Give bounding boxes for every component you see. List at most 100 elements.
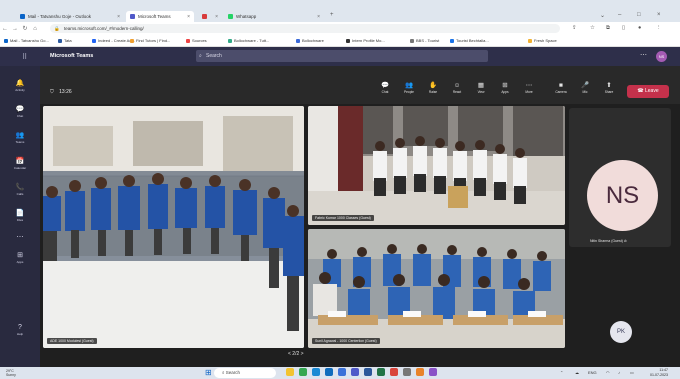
rail-item-more[interactable]: ⋯	[0, 234, 40, 242]
app-icon	[202, 14, 207, 19]
bookmark-item[interactable]: Intern Profile Mo...	[346, 37, 385, 45]
toolbar-raise-button[interactable]: ✋ Raise	[424, 82, 442, 95]
back-icon[interactable]: ←	[0, 26, 10, 32]
avatar[interactable]: PK	[610, 321, 632, 343]
participant-name-label: ADE 1000 Modulesi (Guest)	[47, 338, 97, 344]
profile-icon[interactable]: ●	[638, 25, 641, 31]
toolbar-mic-button[interactable]: 🎤 Mic	[576, 82, 594, 95]
app-icon[interactable]	[416, 368, 424, 376]
volume-icon[interactable]: ♪	[618, 370, 620, 375]
word-icon[interactable]	[364, 368, 372, 376]
photos-icon[interactable]	[390, 368, 398, 376]
gallery-pagination[interactable]: < 2/2 >	[288, 351, 304, 357]
cloud-icon[interactable]: ☁	[575, 370, 579, 375]
search-input[interactable]: ⌕ Search	[196, 50, 488, 62]
bookmark-item[interactable]: Indeed - Create Ac...	[92, 37, 135, 45]
file-explorer-icon[interactable]	[286, 368, 294, 376]
taskbar-search-input[interactable]: ⌕ Search	[214, 368, 276, 378]
tray-chevron-icon[interactable]: ⌃	[560, 370, 563, 375]
leave-button[interactable]: ☎ Leave	[627, 85, 669, 98]
extensions-icon[interactable]: ⧉	[606, 25, 610, 32]
desks-video-frame	[308, 229, 565, 348]
search-placeholder: Search	[206, 53, 222, 59]
browser-tab-teams[interactable]: Microsoft Teams ×	[126, 11, 194, 22]
app-icon[interactable]	[429, 368, 437, 376]
edge-icon[interactable]	[312, 368, 320, 376]
rail-item-calls[interactable]: 📞 Calls	[0, 184, 40, 196]
excel-icon[interactable]	[377, 368, 385, 376]
toolbar-share-button[interactable]: ⬆ Share	[600, 82, 618, 95]
weather-condition: Sunny	[6, 373, 16, 377]
app-launcher-icon[interactable]: ⠿	[22, 53, 27, 61]
toolbar-view-button[interactable]: ▦ View	[472, 82, 490, 95]
menu-icon[interactable]: ⋮	[656, 25, 662, 31]
sidebar-icon[interactable]: ▯	[622, 25, 625, 31]
rail-item-calendar[interactable]: 📅 Calendar	[0, 158, 40, 170]
tab-search-icon[interactable]: ⌄	[600, 12, 605, 19]
windows-start-icon[interactable]: ⊞	[205, 368, 212, 378]
browser-tab-whatsapp[interactable]: Whatsapp ×	[224, 11, 324, 22]
maximize-icon[interactable]: □	[637, 12, 641, 18]
close-window-icon[interactable]: ×	[657, 12, 661, 18]
rail-item-teams[interactable]: 👥 Teams	[0, 132, 40, 144]
star-icon[interactable]: ☆	[590, 25, 595, 31]
leave-label: Leave	[645, 88, 659, 94]
rail-item-help[interactable]: ? Help	[0, 324, 40, 336]
mail-icon[interactable]	[325, 368, 333, 376]
meeting-timer: ⛉ 13:26	[50, 89, 72, 95]
toolbar-label: React	[452, 90, 462, 94]
avatar[interactable]: NS	[656, 51, 667, 62]
toolbar-more-button[interactable]: ⋯ More	[520, 82, 538, 95]
bookmark-item[interactable]: Find Tutors | Find...	[130, 37, 170, 45]
battery-icon[interactable]: ▭	[630, 370, 634, 375]
participant-video-tile[interactable]: Sunil Agrawal - 1000 Centerlion (Guest)	[308, 229, 565, 348]
timer-text: 13:26	[59, 89, 72, 95]
share-icon[interactable]: ⇪	[572, 25, 577, 31]
teams-icon[interactable]	[351, 368, 359, 376]
chat-icon: 💬	[380, 82, 390, 89]
bookmarks-bar: Mail - Tatvanshu Go... Tata Indeed - Creat…	[0, 35, 680, 47]
chrome-icon[interactable]	[299, 368, 307, 376]
new-tab-icon[interactable]: +	[330, 12, 334, 18]
bookmark-item[interactable]: Sources	[186, 37, 207, 45]
toolbar-react-button[interactable]: ☺ React	[448, 82, 466, 95]
teams-icon: 👥	[15, 132, 25, 139]
store-icon[interactable]	[338, 368, 346, 376]
settings-icon[interactable]	[403, 368, 411, 376]
bookmark-item[interactable]: BBS - Tourist	[410, 37, 439, 45]
minimize-icon[interactable]: –	[618, 12, 621, 18]
wifi-icon[interactable]: ◠	[606, 370, 610, 375]
browser-tab-app[interactable]: ×	[198, 11, 222, 22]
weather-widget[interactable]: 29°C Sunny	[6, 369, 16, 377]
reload-icon[interactable]: ↻	[20, 25, 30, 32]
rail-item-apps[interactable]: ⊞ Apps	[0, 252, 40, 264]
participant-video-tile[interactable]: ADE 1000 Modulesi (Guest)	[43, 106, 304, 348]
rail-item-activity[interactable]: 🔔 Activity	[0, 80, 40, 92]
bookmark-item[interactable]: Tata	[58, 37, 72, 45]
bookmark-item[interactable]: Bollochware - Tutt...	[228, 37, 269, 45]
bookmark-item[interactable]: Fresh Space	[528, 37, 557, 45]
participant-video-tile[interactable]: Fabric Kumar 1000 Classes (Guest)	[308, 106, 565, 225]
taskbar-clock[interactable]: 11:47 01-07-2023	[650, 368, 668, 377]
bookmark-item[interactable]: Bollochware	[296, 37, 324, 45]
bookmark-icon	[58, 39, 62, 43]
close-icon[interactable]: ×	[215, 14, 218, 20]
url-input[interactable]: 🔒 teams.microsoft.com/_#/modern-calling/	[50, 24, 560, 33]
toolbar-apps-button[interactable]: ⊞ Apps	[496, 82, 514, 95]
browser-tab-outlook[interactable]: Mail - Tatvanshu Goje - Outlook ×	[16, 11, 124, 22]
toolbar-chat-button[interactable]: 💬 Chat	[376, 82, 394, 95]
close-icon[interactable]: ×	[317, 14, 320, 20]
rail-item-files[interactable]: 📄 Files	[0, 210, 40, 222]
close-icon[interactable]: ×	[187, 14, 190, 20]
bookmark-item[interactable]: Tourist Bechtalla...	[450, 37, 489, 45]
close-icon[interactable]: ×	[117, 14, 120, 20]
toolbar-camera-button[interactable]: ■ Camera	[552, 82, 570, 95]
home-icon[interactable]: ⌂	[30, 26, 40, 32]
more-options-icon[interactable]: ⋯	[640, 51, 647, 59]
forward-icon[interactable]: →	[10, 26, 20, 32]
bookmark-item[interactable]: Mail - Tatvanshu Go...	[4, 37, 49, 45]
toolbar-people-button[interactable]: 👥 People	[400, 82, 418, 95]
view-icon: ▦	[477, 82, 485, 89]
lang-indicator[interactable]: ENG	[588, 370, 597, 375]
rail-item-chat[interactable]: 💬 Chat	[0, 106, 40, 118]
